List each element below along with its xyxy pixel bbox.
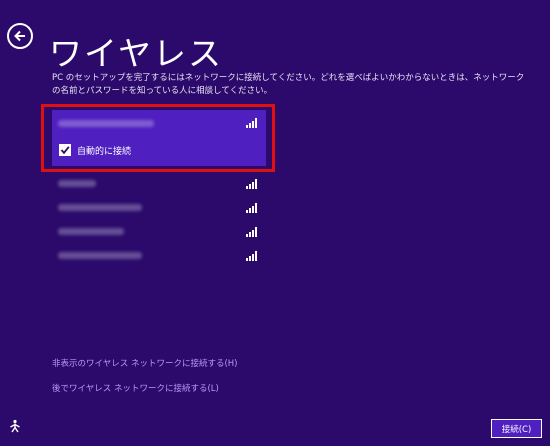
wifi-signal-icon (246, 203, 258, 213)
auto-connect-checkbox[interactable] (59, 144, 71, 156)
wifi-signal-icon (246, 118, 258, 128)
network-item[interactable] (52, 218, 266, 242)
network-name-redacted (58, 180, 96, 187)
network-item[interactable] (52, 194, 266, 218)
page-title: ワイヤレス (49, 34, 224, 74)
auto-connect-row[interactable]: 自動的に接続 (59, 142, 131, 158)
network-name-redacted (58, 252, 142, 259)
instructions-text: PC のセットアップを完了するにはネットワークに接続してください。どれを選べばよ… (52, 73, 525, 96)
network-item[interactable] (52, 170, 266, 194)
checkmark-icon (60, 146, 70, 155)
network-name-redacted (58, 204, 142, 211)
wifi-signal-icon (246, 179, 258, 189)
wifi-signal-icon (246, 251, 258, 261)
network-list: 自動的に接続 (52, 110, 266, 266)
ease-of-access-icon[interactable] (7, 418, 23, 434)
auto-connect-label: 自動的に接続 (77, 146, 132, 157)
wifi-signal-icon (246, 227, 258, 237)
network-name-redacted (58, 120, 154, 127)
connect-later-link[interactable]: 後でワイヤレス ネットワークに接続する(L) (52, 382, 219, 394)
network-item-selected[interactable]: 自動的に接続 (52, 110, 266, 166)
back-button[interactable] (7, 23, 33, 49)
network-item[interactable] (52, 242, 266, 266)
connect-button[interactable]: 接続(C) (491, 419, 542, 438)
back-arrow-icon (14, 30, 25, 42)
hidden-network-link[interactable]: 非表示のワイヤレス ネットワークに接続する(H) (52, 357, 237, 369)
network-name-redacted (58, 228, 124, 235)
